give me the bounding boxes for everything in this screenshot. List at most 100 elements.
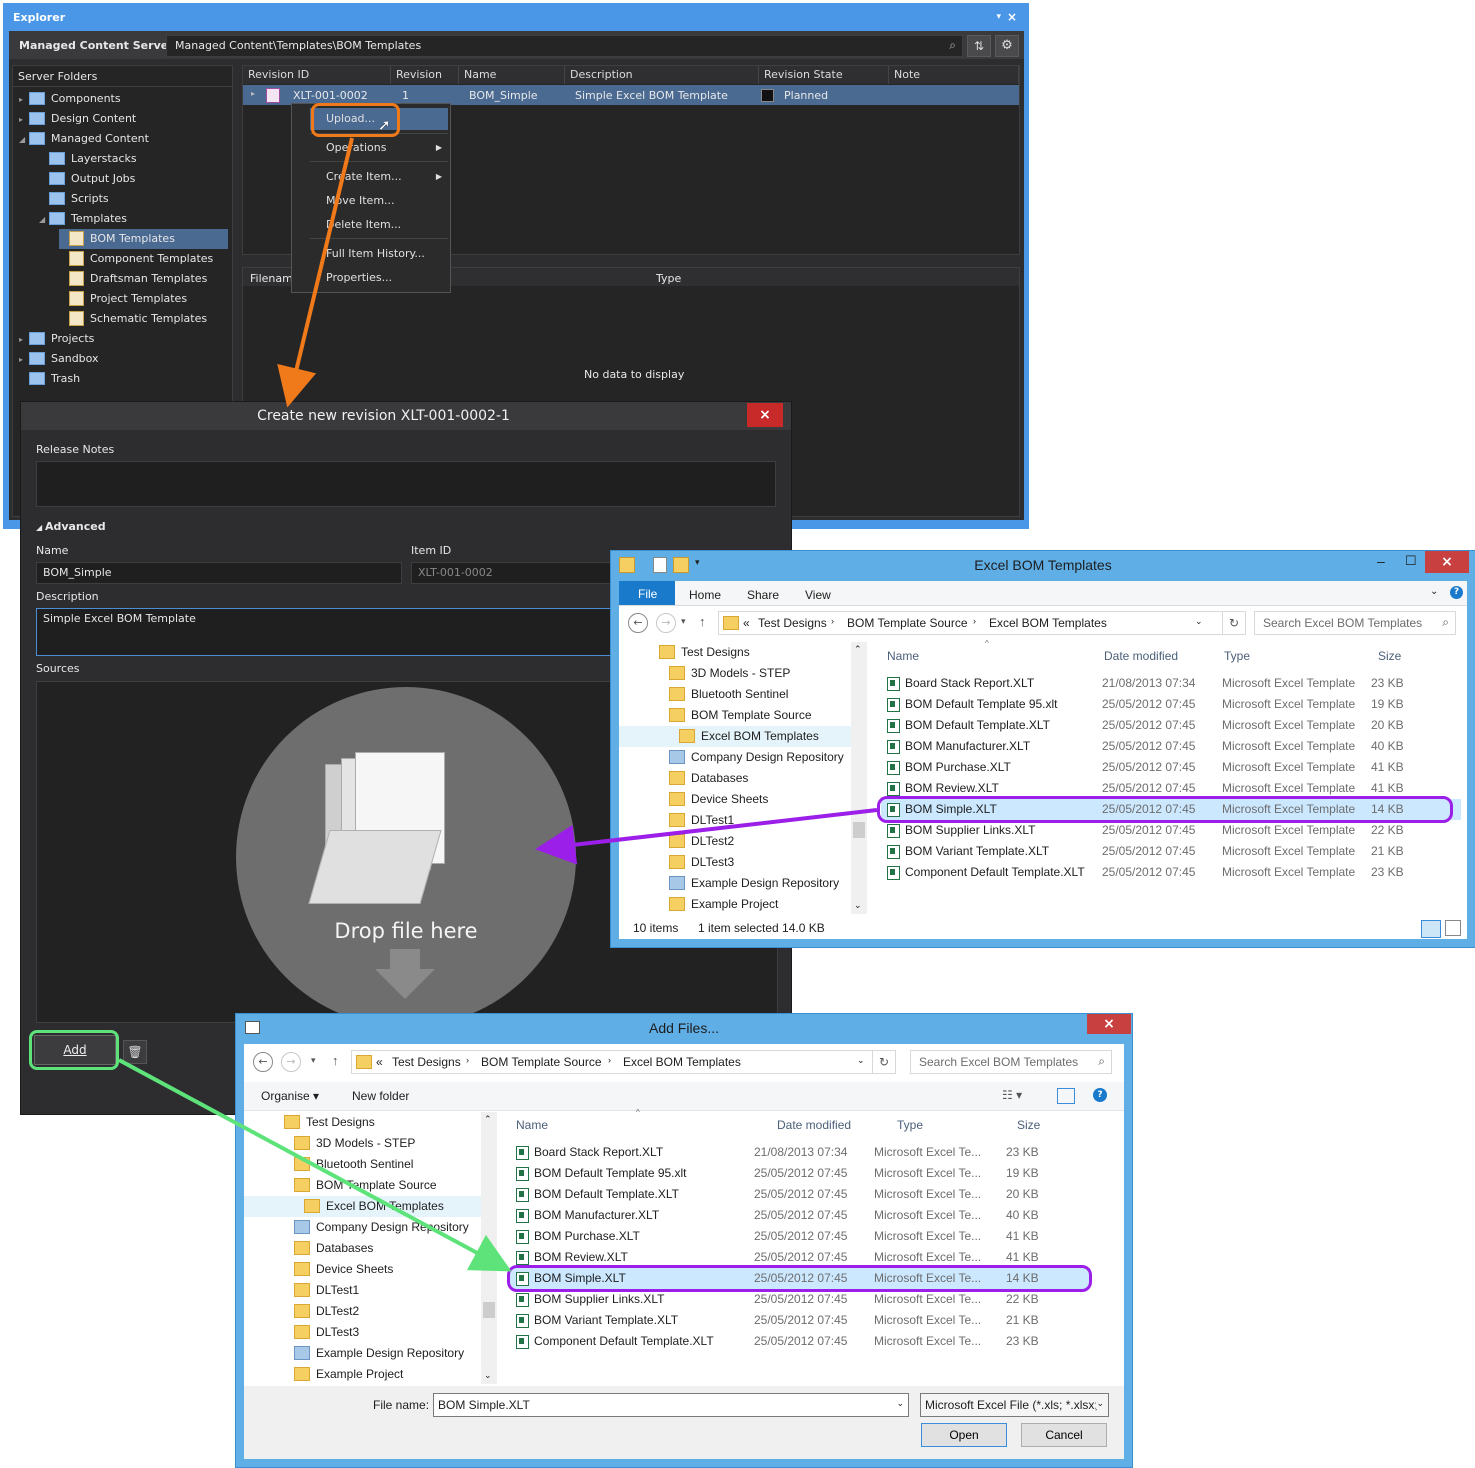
address-bar[interactable]: « Test Designs › BOM Template Source › E…	[351, 1050, 873, 1074]
nav-tree-item[interactable]: DLTest3	[669, 852, 734, 873]
tree-item[interactable]: Layerstacks	[39, 149, 137, 169]
nav-scrollbar[interactable]: ⌃ ⌄	[481, 1112, 497, 1384]
breadcrumb-bom-template-source[interactable]: BOM Template Source	[481, 1055, 602, 1069]
nav-tree-item[interactable]: Test Designs	[284, 1112, 375, 1133]
gear-icon[interactable]: ⚙	[995, 35, 1019, 57]
help-icon[interactable]: ?	[1093, 1088, 1107, 1102]
tab-share[interactable]: Share	[747, 588, 779, 602]
tree-item[interactable]: Schematic Templates	[59, 309, 207, 329]
close-button[interactable]: ×	[1425, 551, 1469, 573]
tree-item[interactable]: Component Templates	[59, 249, 213, 269]
nav-tree-item[interactable]: BOM Template Source	[294, 1175, 437, 1196]
close-button[interactable]: ×	[1087, 1014, 1131, 1034]
col-name[interactable]: Name	[887, 649, 919, 663]
trash-icon[interactable]: 🗑	[123, 1040, 147, 1064]
file-row[interactable]: BOM Default Template 95.xlt 25/05/2012 07…	[881, 694, 1461, 715]
nav-tree-item[interactable]: Company Design Repository	[294, 1217, 469, 1238]
nav-tree-item[interactable]: Example Project	[669, 894, 778, 914]
tree-item[interactable]: ▸ Design Content	[19, 109, 136, 129]
address-bar[interactable]: « Test Designs › BOM Template Source › E…	[718, 611, 1223, 635]
breadcrumb-overflow[interactable]: «	[743, 616, 750, 630]
name-field[interactable]: BOM_Simple	[36, 562, 402, 584]
scroll-down-icon[interactable]: ⌄	[854, 900, 862, 911]
tree-expander-icon[interactable]: ▸	[19, 350, 29, 370]
tree-item[interactable]: ▸ Sandbox	[19, 349, 99, 369]
col-date[interactable]: Date modified	[777, 1118, 851, 1132]
panel-menu-icon[interactable]: ▾	[996, 12, 1001, 22]
file-row[interactable]: BOM Purchase.XLT 25/05/2012 07:45 Microsof…	[881, 757, 1461, 778]
release-notes-field[interactable]	[36, 461, 776, 507]
file-type-select[interactable]: Microsoft Excel File (*.xls; *.xlsx; ⌄	[920, 1393, 1109, 1417]
file-row[interactable]: Board Stack Report.XLT 21/08/2013 07:34 Mi…	[881, 673, 1461, 694]
col-size[interactable]: Size	[1017, 1118, 1040, 1132]
file-row[interactable]: BOM Default Template.XLT 25/05/2012 07:45…	[881, 715, 1461, 736]
tree-item[interactable]: Scripts	[39, 189, 109, 209]
nav-tree-item[interactable]: Excel BOM Templates	[619, 726, 851, 747]
tree-item[interactable]: ▸ Components	[19, 89, 121, 109]
path-field[interactable]: Managed Content\Templates\BOM Templates …	[166, 35, 963, 57]
tree-expander-icon[interactable]: ▸	[19, 110, 29, 130]
nav-tree-item[interactable]: 3D Models - STEP	[669, 663, 790, 684]
view-options-icon[interactable]: ☷ ▾	[1002, 1088, 1022, 1102]
nav-scrollbar[interactable]: ⌃ ⌄	[851, 642, 867, 914]
nav-tree-item[interactable]: Databases	[294, 1238, 373, 1259]
tab-view[interactable]: View	[805, 588, 831, 602]
grid-column-header[interactable]: Name	[459, 66, 565, 84]
organise-menu[interactable]: Organise ▾	[261, 1089, 319, 1103]
grid-column-header[interactable]: Description	[565, 66, 759, 84]
minimize-icon[interactable]: –	[1377, 553, 1385, 569]
nav-tree-item[interactable]: Example Design Repository	[294, 1343, 464, 1364]
menu-item-operations[interactable]: Operations	[326, 141, 386, 154]
tree-expander-icon[interactable]: ▸	[19, 90, 29, 110]
close-icon[interactable]: ×	[1007, 10, 1017, 24]
file-row[interactable]: BOM Purchase.XLT 25/05/2012 07:45 Microsof…	[510, 1226, 1090, 1247]
file-row[interactable]: BOM Supplier Links.XLT 25/05/2012 07:45 Mi…	[881, 820, 1461, 841]
col-size[interactable]: Size	[1378, 649, 1401, 663]
tree-expander-icon[interactable]: ▸	[19, 330, 29, 350]
menu-item-move[interactable]: Move Item...	[326, 194, 395, 207]
new-folder-button[interactable]: New folder	[352, 1089, 409, 1103]
chevron-down-icon[interactable]: ⌄	[1195, 616, 1203, 627]
search-icon[interactable]: ⌕	[949, 38, 956, 53]
nav-tree-item[interactable]: DLTest1	[669, 810, 734, 831]
row-expander-icon[interactable]: ▸	[251, 89, 255, 98]
close-button[interactable]: ×	[747, 403, 783, 427]
server-selector[interactable]: Managed Content Server ▾	[19, 39, 183, 52]
drop-zone[interactable]: Drop file here	[236, 687, 576, 1027]
file-name-field[interactable]: BOM Simple.XLT ⌄	[433, 1393, 909, 1417]
breadcrumb-test-designs[interactable]: Test Designs	[392, 1055, 461, 1069]
grid-column-header[interactable]: Note	[889, 66, 1019, 84]
col-type[interactable]: Type	[897, 1118, 923, 1132]
tree-expander-icon[interactable]: ◢	[19, 130, 29, 150]
file-row[interactable]: BOM Manufacturer.XLT 25/05/2012 07:45 Micr…	[510, 1205, 1090, 1226]
tree-item[interactable]: Project Templates	[59, 289, 187, 309]
nav-tree-item[interactable]: Example Project	[294, 1364, 403, 1384]
breadcrumb-bom-template-source[interactable]: BOM Template Source	[847, 616, 968, 630]
scroll-down-icon[interactable]: ⌄	[484, 1370, 492, 1381]
advanced-toggle[interactable]: ◢ Advanced	[36, 520, 106, 533]
file-row[interactable]: BOM Default Template.XLT 25/05/2012 07:45…	[510, 1184, 1090, 1205]
recent-dropdown-icon[interactable]: ▾	[311, 1055, 316, 1066]
col-type[interactable]: Type	[1224, 649, 1250, 663]
tab-home[interactable]: Home	[689, 588, 721, 602]
tree-item[interactable]: ◢ Managed Content	[19, 129, 149, 149]
forward-icon[interactable]: →	[281, 1052, 301, 1072]
grid-column-header[interactable]: Revision ID	[243, 66, 391, 84]
breadcrumb-excel-bom-templates[interactable]: Excel BOM Templates	[989, 616, 1107, 630]
table-row[interactable]: ▸ XLT-001-0002 1 BOM_Simple Simple Excel…	[243, 85, 1019, 105]
nav-tree-item[interactable]: Excel BOM Templates	[244, 1196, 481, 1217]
refresh-icon[interactable]: ⇅	[967, 35, 991, 57]
nav-tree-item[interactable]: Bluetooth Sentinel	[294, 1154, 413, 1175]
file-row[interactable]: BOM Variant Template.XLT 25/05/2012 07:45…	[881, 841, 1461, 862]
file-row[interactable]: BOM Variant Template.XLT 25/05/2012 07:45…	[510, 1310, 1090, 1331]
back-icon[interactable]: ←	[628, 613, 648, 633]
file-row[interactable]: Component Default Template.XLT 25/05/2012…	[510, 1331, 1090, 1352]
grid-column-header[interactable]: Revision State	[759, 66, 889, 84]
nav-tree-item[interactable]: DLTest1	[294, 1280, 359, 1301]
chevron-down-icon[interactable]: ⌄	[896, 1398, 904, 1409]
back-icon[interactable]: ←	[253, 1052, 273, 1072]
file-row[interactable]: BOM Default Template 95.xlt 25/05/2012 07…	[510, 1163, 1090, 1184]
details-view-icon[interactable]	[1421, 920, 1441, 938]
tree-item[interactable]: BOM Templates	[59, 229, 228, 249]
tree-item[interactable]: Trash	[19, 369, 80, 389]
